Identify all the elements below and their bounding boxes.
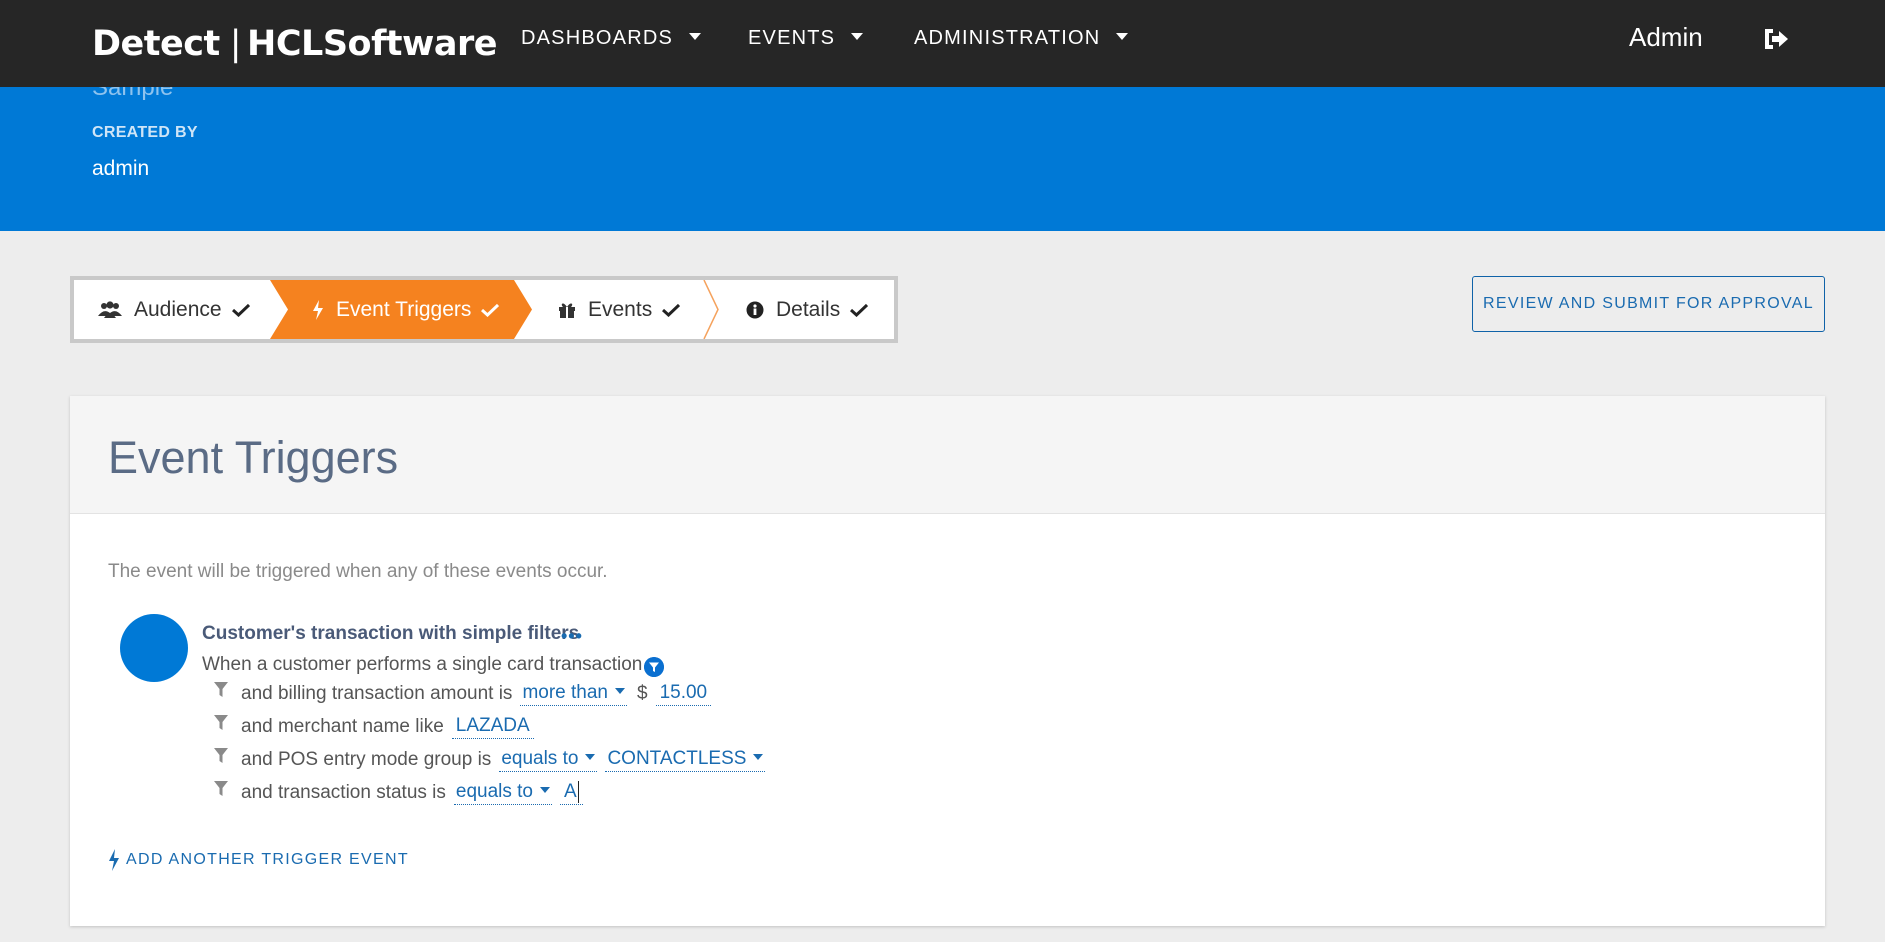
filter-icon[interactable] (213, 747, 229, 765)
operator-value: more than (522, 682, 608, 703)
pos-mode-value: CONTACTLESS (607, 748, 747, 769)
event-triggers-card: Event Triggers The event will be trigger… (70, 396, 1825, 926)
bolt-icon (109, 849, 119, 871)
nav-events-label: EVENTS (748, 27, 836, 49)
chevron-down-icon (1116, 33, 1129, 41)
filter-icon[interactable] (213, 714, 229, 732)
wizard-stepper: Audience Event Triggers Events Details (70, 276, 898, 343)
check-icon (481, 303, 500, 317)
pos-mode-dropdown[interactable]: CONTACTLESS (605, 748, 766, 772)
check-icon (231, 303, 250, 317)
step-event-triggers[interactable]: Event Triggers (270, 280, 532, 339)
step-event-triggers-label: Event Triggers (336, 297, 472, 321)
caret-down-icon (753, 753, 764, 760)
brand-separator: | (229, 24, 242, 64)
add-trigger-label: ADD ANOTHER TRIGGER EVENT (126, 851, 409, 868)
operator-dropdown[interactable]: equals to (499, 748, 598, 772)
filter-icon[interactable] (213, 780, 229, 798)
condition-label: and merchant name like (241, 716, 444, 737)
trigger-title[interactable]: Customer's transaction with simple filte… (202, 623, 579, 645)
brand-company: HCLSoftware (247, 24, 497, 64)
nav-dashboards-label: DASHBOARDS (521, 27, 674, 49)
text-cursor (577, 780, 579, 803)
add-trigger-event-link[interactable]: ADD ANOTHER TRIGGER EVENT (108, 849, 409, 871)
brand-product: Detect (92, 24, 220, 64)
check-icon (850, 303, 869, 317)
more-options-icon[interactable]: ••• (561, 626, 583, 647)
transaction-status-input[interactable]: A (560, 780, 583, 805)
operator-dropdown[interactable]: equals to (453, 781, 553, 805)
add-filter-icon[interactable] (644, 657, 664, 677)
operator-value: equals to (455, 781, 534, 802)
check-icon (662, 303, 681, 317)
condition-label: and transaction status is (241, 782, 446, 803)
nav-administration[interactable]: ADMINISTRATION (914, 27, 1129, 50)
page-title: Event Triggers (108, 432, 399, 483)
bolt-icon (313, 299, 323, 320)
user-menu[interactable]: Admin (1629, 22, 1703, 53)
caret-down-icon (585, 753, 596, 760)
gift-icon (559, 303, 575, 318)
caret-down-icon (614, 687, 625, 694)
event-name: Sample (92, 87, 174, 101)
condition-row: and POS entry mode group is equals to CO… (213, 747, 766, 773)
merchant-name-value[interactable]: LAZADA (451, 715, 534, 739)
operator-value: equals to (501, 748, 579, 769)
users-icon (98, 300, 122, 318)
step-divider-arrow (703, 280, 719, 339)
event-header: Sample CREATED BY admin (0, 87, 1885, 231)
operator-dropdown[interactable]: more than (520, 682, 627, 706)
chevron-down-icon (851, 33, 864, 41)
trigger-status-dot (120, 614, 188, 682)
condition-label: and POS entry mode group is (241, 749, 492, 770)
intro-text: The event will be triggered when any of … (108, 561, 608, 582)
filter-icon[interactable] (213, 681, 229, 699)
condition-row: and merchant name like LAZADA (213, 714, 534, 740)
step-events-label: Events (588, 297, 653, 321)
created-by-value: admin (92, 157, 150, 180)
nav-administration-label: ADMINISTRATION (914, 27, 1101, 49)
condition-label: and billing transaction amount is (241, 683, 513, 704)
top-navbar: Detect | HCLSoftware DASHBOARDS EVENTS ADM… (0, 0, 1885, 87)
caret-down-icon (540, 786, 551, 793)
step-events[interactable]: Events (534, 280, 702, 339)
info-icon (746, 301, 764, 318)
nav-events[interactable]: EVENTS (748, 27, 864, 50)
step-details-label: Details (776, 297, 841, 321)
amount-value[interactable]: 15.00 (655, 682, 712, 706)
condition-row: and billing transaction amount is more t… (213, 681, 712, 707)
review-and-submit-button[interactable]: REVIEW AND SUBMIT FOR APPROVAL (1472, 276, 1825, 332)
step-audience-label: Audience (134, 297, 222, 321)
chevron-down-icon (689, 33, 702, 41)
currency-symbol: $ (636, 683, 648, 704)
trigger-description: When a customer performs a single card t… (202, 654, 643, 675)
step-audience[interactable]: Audience (74, 280, 274, 339)
created-by-label: CREATED BY (92, 124, 198, 141)
transaction-status-value: A (564, 781, 577, 802)
nav-dashboards[interactable]: DASHBOARDS (521, 27, 702, 50)
condition-row: and transaction status is equals to A (213, 780, 583, 806)
card-header: Event Triggers (70, 396, 1825, 514)
step-details[interactable]: Details (724, 280, 896, 339)
brand-logo[interactable]: Detect | HCLSoftware (92, 24, 497, 64)
logout-icon[interactable] (1762, 26, 1790, 52)
